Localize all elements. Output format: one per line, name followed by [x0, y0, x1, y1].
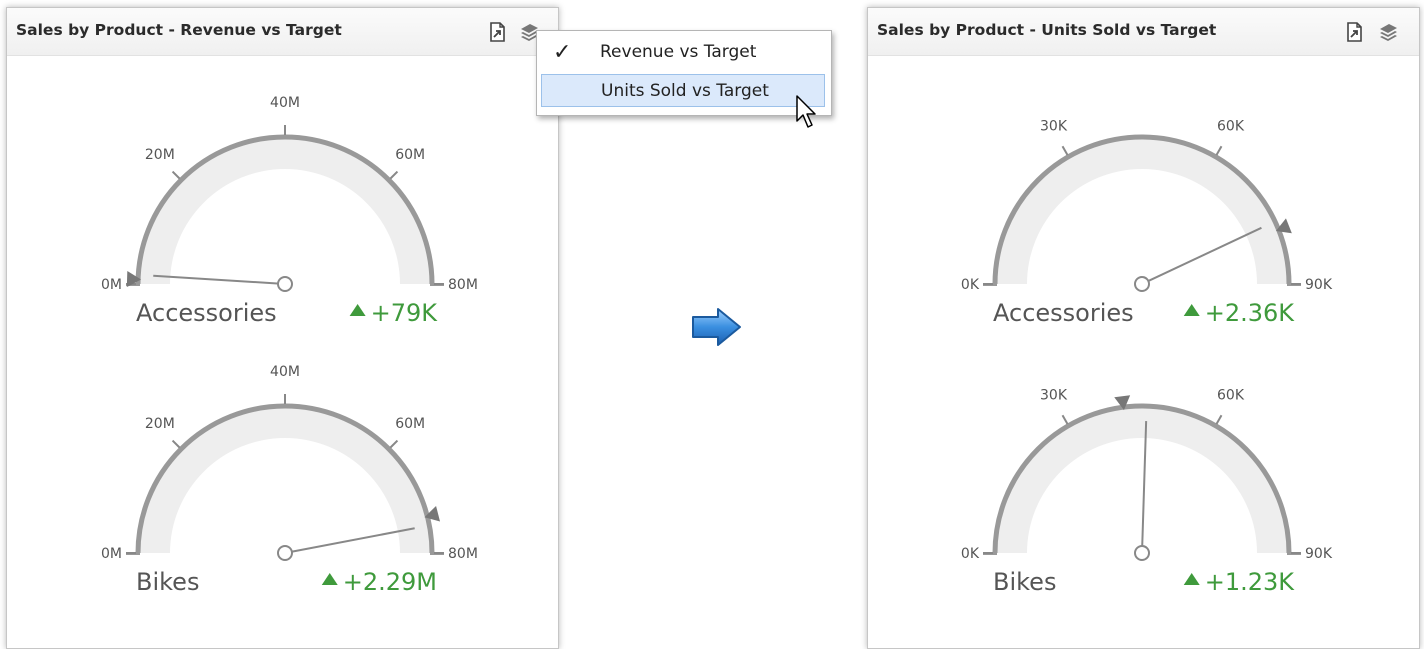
gauge-tick-label: 80M — [448, 546, 478, 562]
menu-item-label: Revenue vs Target — [600, 42, 757, 62]
gauge-tick-label: 40M — [270, 95, 300, 111]
gauge-pivot — [277, 545, 293, 561]
gauge-tick — [1061, 414, 1069, 425]
triangle-up-icon — [349, 304, 366, 316]
triangle-up-icon — [321, 573, 338, 585]
menu-item-revenue-vs-target[interactable]: ✓ Revenue vs Target — [541, 36, 825, 69]
gauge-accessories: 0M 20M 40M 60M 80M Accessories +79K — [101, 95, 478, 327]
gauge-bikes: 0K 30K 60K 90K Bikes +1.23K — [961, 388, 1333, 596]
gauge-track — [995, 137, 1289, 284]
gauge-tick-label: 0M — [101, 277, 122, 293]
gauge-tick-label: 90K — [1305, 546, 1333, 562]
gauge-delta: +2.29M — [343, 568, 437, 596]
gauge-area: 0K 30K 60K 90K Accessories +2.36K 0K 30K… — [961, 119, 1333, 596]
gauge-needle — [284, 527, 415, 554]
gauge-tick-label: 60K — [1217, 388, 1245, 404]
gauge-bikes: 0M 20M 40M 60M 80M Bikes +2.29M — [101, 364, 478, 596]
triangle-up-icon — [1183, 304, 1200, 316]
gauge-delta: +2.36K — [1205, 299, 1296, 327]
gauge-tick — [1215, 145, 1223, 156]
gauge-label: Bikes — [136, 568, 199, 596]
gauge-tick-label: 60M — [395, 416, 425, 432]
dashboard-panel-units: Sales by Product - Units Sold vs Target … — [867, 7, 1420, 649]
gauge-tick-label: 20M — [145, 147, 175, 163]
gauge-tick-label: 60M — [395, 147, 425, 163]
gauge-tick-label: 0K — [961, 546, 980, 562]
dashboard-panel-revenue: Sales by Product - Revenue vs Target 0M … — [6, 7, 559, 649]
gauge-delta: +1.23K — [1205, 568, 1296, 596]
gauge-label: Accessories — [136, 299, 277, 327]
right-arrow-icon — [692, 308, 741, 346]
gauge-pivot — [277, 276, 293, 292]
gauge-tick — [1061, 145, 1069, 156]
checkmark-icon: ✓ — [553, 40, 572, 65]
gauge-delta: +79K — [371, 299, 439, 327]
gauge-pivot — [1134, 276, 1150, 292]
gauge-tick — [389, 439, 399, 449]
gauge-tick-label: 20M — [145, 416, 175, 432]
gauge-label: Bikes — [993, 568, 1056, 596]
gauge-tick-label: 60K — [1217, 119, 1245, 135]
mouse-pointer-icon — [796, 95, 816, 128]
gauge-tick — [171, 439, 181, 449]
layer-dropdown-menu: ✓ Revenue vs Target Units Sold vs Target — [536, 30, 832, 116]
gauge-needle — [153, 274, 286, 285]
gauge-tick-label: 30K — [1040, 388, 1068, 404]
gauge-track — [138, 137, 432, 284]
gauge-tick — [1215, 414, 1223, 425]
gauge-tick — [171, 170, 181, 180]
gauge-needle — [1141, 226, 1262, 285]
menu-item-label: Units Sold vs Target — [601, 81, 769, 101]
gauge-tick-label: 80M — [448, 277, 478, 293]
gauge-tick-label: 0K — [961, 277, 980, 293]
gauge-label: Accessories — [993, 299, 1134, 327]
gauge-pivot — [1134, 545, 1150, 561]
gauge-tick-label: 30K — [1040, 119, 1068, 135]
gauge-needle — [1141, 421, 1148, 554]
gauge-tick — [389, 170, 399, 180]
gauge-accessories: 0K 30K 60K 90K Accessories +2.36K — [961, 119, 1333, 327]
gauge-area: 0M 20M 40M 60M 80M Accessories +79K 0M 2… — [101, 95, 478, 596]
gauge-tick-label: 90K — [1305, 277, 1333, 293]
triangle-up-icon — [1183, 573, 1200, 585]
gauge-track — [138, 406, 432, 553]
menu-item-units-sold-vs-target[interactable]: Units Sold vs Target — [541, 74, 825, 107]
gauge-tick-label: 0M — [101, 546, 122, 562]
gauge-tick-label: 40M — [270, 364, 300, 380]
